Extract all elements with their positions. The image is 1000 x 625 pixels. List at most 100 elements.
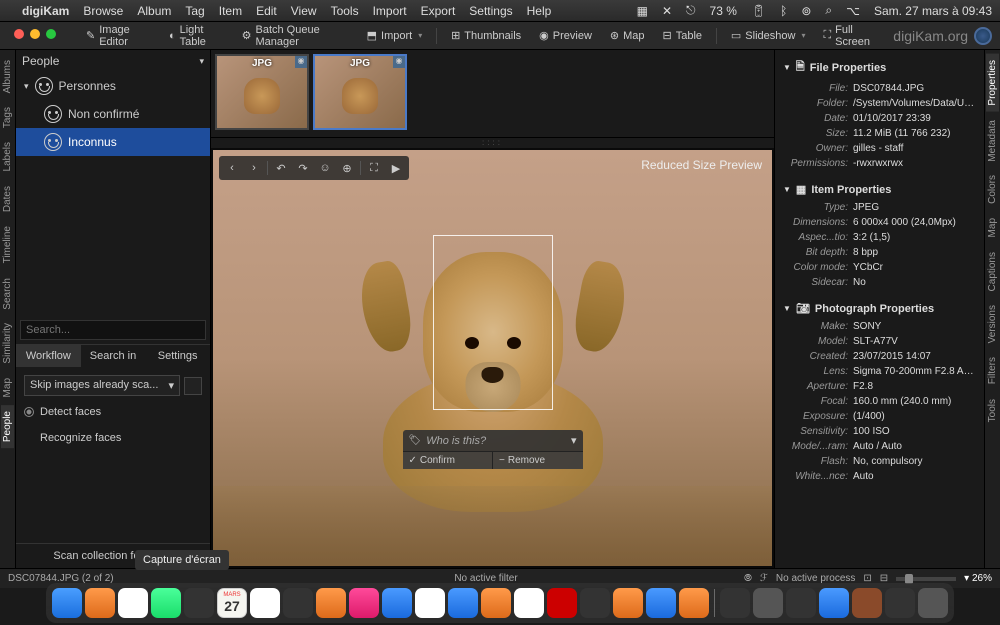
control-center-icon[interactable]: ⌥: [846, 4, 860, 18]
thumbnail-item[interactable]: JPG◉: [313, 54, 407, 130]
tab-dates[interactable]: Dates: [1, 180, 14, 218]
tab-search-in[interactable]: Search in: [81, 345, 146, 367]
tree-item-unconfirmed[interactable]: Non confirmé: [16, 100, 210, 128]
light-table-button[interactable]: ◐Light Table: [163, 21, 230, 51]
dock-virtualbox[interactable]: [646, 588, 676, 618]
dock-terminal[interactable]: [580, 588, 610, 618]
tab-similarity[interactable]: Similarity: [1, 317, 14, 370]
thumbnail-item[interactable]: JPG◉: [215, 54, 309, 130]
tab-colors[interactable]: Colors: [986, 169, 999, 210]
dock-music[interactable]: [349, 588, 379, 618]
image-preview[interactable]: ‹ › ↶ ↷ ☺ ⊕ ⛶ ▶ Reduced Size Preview 🏷Wh…: [213, 150, 772, 566]
dock-app[interactable]: [283, 588, 313, 618]
prev-button[interactable]: ‹: [222, 159, 242, 177]
tab-properties[interactable]: Properties: [986, 54, 999, 112]
menu-view[interactable]: View: [291, 4, 317, 18]
image-editor-button[interactable]: ✎Image Editor: [80, 21, 157, 51]
tab-tools[interactable]: Tools: [986, 393, 999, 428]
next-button[interactable]: ›: [244, 159, 264, 177]
thumbnails-button[interactable]: ⊞Thumbnails: [445, 26, 527, 45]
menu-album[interactable]: Album: [137, 4, 171, 18]
dock-app[interactable]: [184, 588, 214, 618]
face-tag-button[interactable]: ☺: [315, 159, 335, 177]
close-button[interactable]: [14, 29, 24, 39]
tab-workflow[interactable]: Workflow: [16, 345, 81, 367]
dock-app[interactable]: [415, 588, 445, 618]
tree-item-unknown[interactable]: Inconnus: [16, 128, 210, 156]
fullscreen-button[interactable]: ⛶Full Screen: [817, 21, 887, 51]
dock-app[interactable]: [85, 588, 115, 618]
face-detection-box[interactable]: [433, 235, 553, 410]
play-button[interactable]: ▶: [386, 159, 406, 177]
detect-faces-radio[interactable]: Detect faces: [24, 406, 202, 418]
tab-captions[interactable]: Captions: [986, 246, 999, 297]
import-button[interactable]: ⬒Import▾: [361, 26, 429, 45]
confirm-button[interactable]: ✓Confirm: [403, 451, 494, 469]
dock-app[interactable]: [885, 588, 915, 618]
maximize-button[interactable]: [46, 29, 56, 39]
clock[interactable]: Sam. 27 mars à 09:43: [874, 4, 992, 18]
skip-images-select[interactable]: Skip images already sca...▾: [24, 375, 180, 396]
tab-filters[interactable]: Filters: [986, 351, 999, 390]
batch-queue-button[interactable]: ⚙Batch Queue Manager: [236, 21, 355, 51]
app-name[interactable]: digiKam: [22, 4, 69, 18]
collapse-icon[interactable]: ▼: [783, 63, 791, 72]
dock-app[interactable]: [118, 588, 148, 618]
preview-button[interactable]: ◉Preview: [533, 26, 598, 45]
recognize-faces-radio[interactable]: Recognize faces: [24, 426, 202, 450]
dock-app[interactable]: [613, 588, 643, 618]
dock-app[interactable]: [514, 588, 544, 618]
wifi-icon[interactable]: ⊚: [801, 4, 811, 18]
rotate-right-button[interactable]: ↷: [293, 159, 313, 177]
dock-calendar[interactable]: MARS27: [217, 588, 247, 618]
tab-versions[interactable]: Versions: [986, 299, 999, 349]
menu-import[interactable]: Import: [373, 4, 407, 18]
menu-help[interactable]: Help: [527, 4, 552, 18]
remove-button[interactable]: −Remove: [493, 451, 583, 469]
tab-tags[interactable]: Tags: [1, 101, 14, 134]
search-icon[interactable]: ⌕: [825, 3, 832, 18]
dock-vlc[interactable]: [679, 588, 709, 618]
fullscreen-preview-button[interactable]: ⛶: [364, 159, 384, 177]
splitter-handle[interactable]: [211, 138, 774, 148]
help-button[interactable]: [184, 377, 202, 395]
dock-finder[interactable]: [52, 588, 82, 618]
dock-app[interactable]: [852, 588, 882, 618]
rotate-left-button[interactable]: ↶: [271, 159, 291, 177]
tab-albums[interactable]: Albums: [1, 54, 14, 99]
dock-trash[interactable]: [918, 588, 948, 618]
collapse-icon[interactable]: ▼: [783, 185, 791, 194]
dock-filezilla[interactable]: [547, 588, 577, 618]
tab-search[interactable]: Search: [1, 272, 14, 316]
menu-tools[interactable]: Tools: [331, 4, 359, 18]
tray-icon[interactable]: ⎋: [686, 3, 696, 18]
add-face-button[interactable]: ⊕: [337, 159, 357, 177]
map-button[interactable]: ⊛Map: [604, 26, 651, 45]
menu-tag[interactable]: Tag: [185, 4, 204, 18]
dock-app[interactable]: [786, 588, 816, 618]
zoom-slider[interactable]: [896, 577, 956, 581]
bluetooth-icon[interactable]: ᛒ: [780, 4, 787, 18]
tab-people[interactable]: People: [1, 405, 14, 448]
tab-labels[interactable]: Labels: [1, 136, 14, 177]
menu-edit[interactable]: Edit: [256, 4, 277, 18]
minimize-button[interactable]: [30, 29, 40, 39]
dock-firefox[interactable]: [481, 588, 511, 618]
dock-app[interactable]: [151, 588, 181, 618]
menu-settings[interactable]: Settings: [469, 4, 512, 18]
dock-app[interactable]: [753, 588, 783, 618]
chevron-down-icon[interactable]: ▾: [199, 56, 204, 67]
slideshow-button[interactable]: ▭Slideshow▾: [725, 26, 812, 45]
menu-item[interactable]: Item: [219, 4, 242, 18]
face-name-input[interactable]: 🏷Who is this?▾: [403, 430, 583, 451]
tab-map[interactable]: Map: [986, 212, 999, 243]
tray-icon[interactable]: ✕: [662, 4, 672, 18]
tab-metadata[interactable]: Metadata: [986, 114, 999, 168]
collapse-icon[interactable]: ▼: [783, 304, 791, 313]
table-button[interactable]: ⊟Table: [657, 26, 709, 45]
menu-export[interactable]: Export: [421, 4, 456, 18]
dock-app[interactable]: [316, 588, 346, 618]
menu-browse[interactable]: Browse: [83, 4, 123, 18]
battery-icon[interactable]: 🔋︎: [751, 4, 766, 18]
search-input[interactable]: [20, 320, 206, 340]
